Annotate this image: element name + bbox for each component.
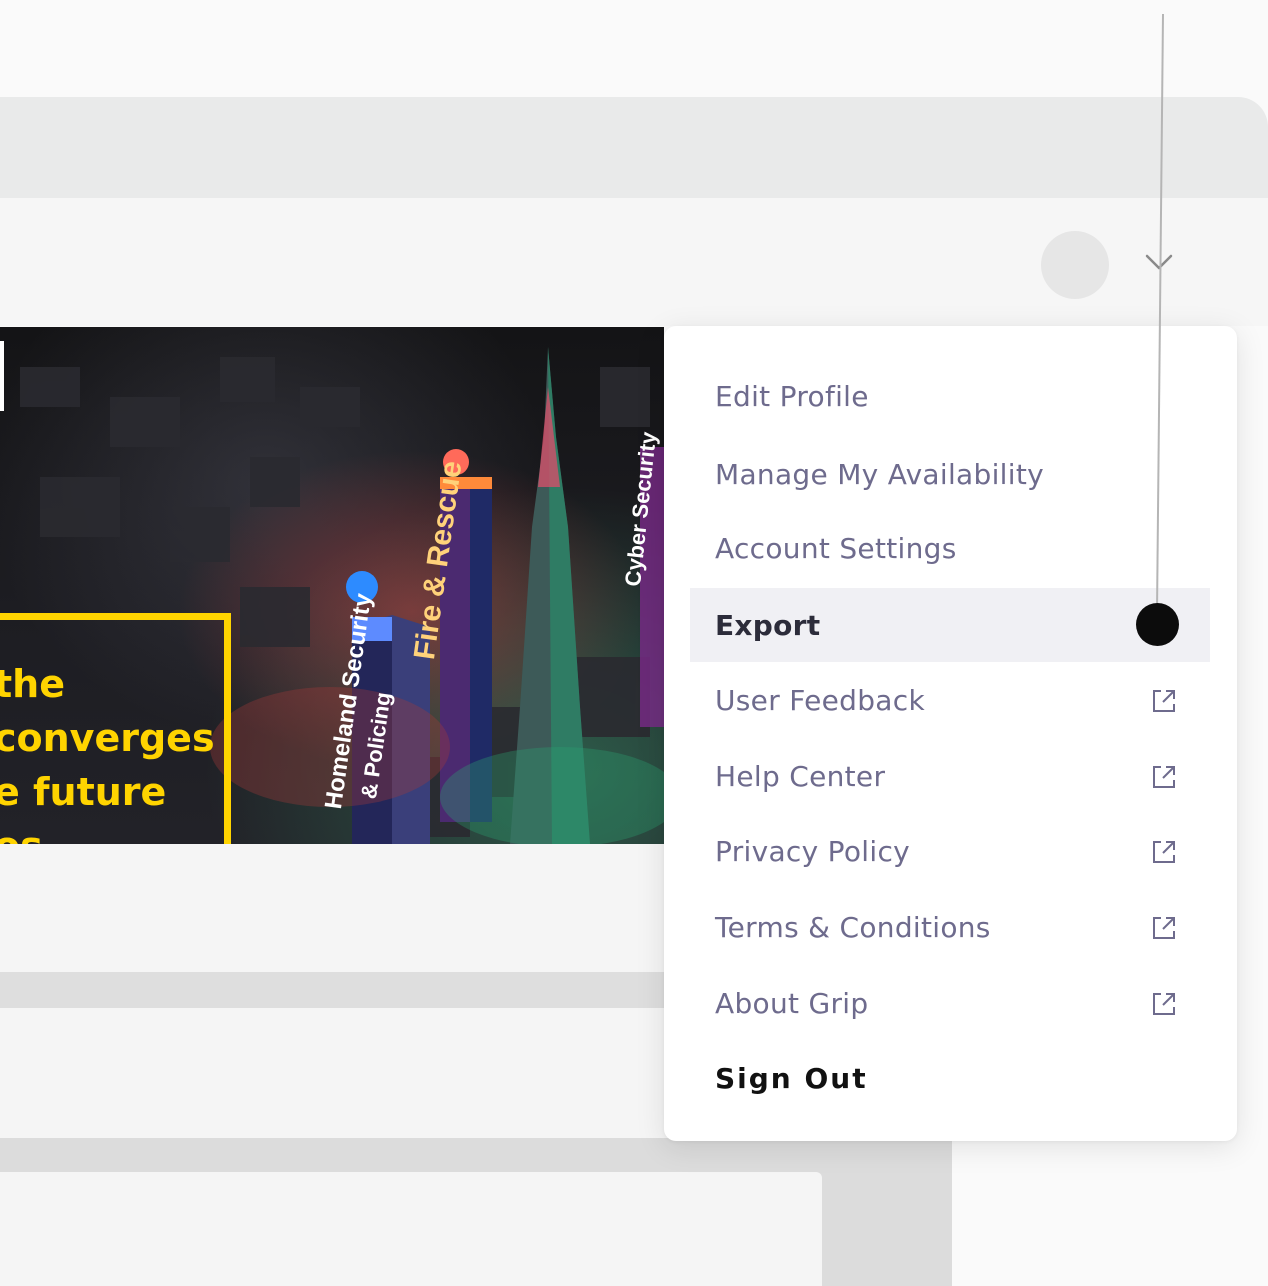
menu-item-privacy-policy[interactable]: Privacy Policy	[690, 814, 1210, 888]
menu-item-terms[interactable]: Terms & Conditions	[690, 890, 1210, 964]
menu-item-label: Export	[715, 608, 821, 642]
menu-item-sign-out[interactable]: Sign Out	[690, 1041, 1210, 1115]
menu-item-about[interactable]: About Grip	[690, 966, 1210, 1040]
menu-item-export[interactable]: Export	[690, 588, 1210, 662]
content-card	[0, 1172, 822, 1286]
menu-item-manage-availability[interactable]: Manage My Availability	[690, 437, 1210, 511]
menu-item-label: Account Settings	[715, 531, 957, 565]
headline-line: the	[0, 662, 65, 706]
external-link-icon	[1153, 841, 1175, 863]
menu-item-account-settings[interactable]: Account Settings	[690, 511, 1210, 585]
headline-line: converges	[0, 716, 215, 760]
external-link-icon	[1153, 766, 1175, 788]
banner-accent-bar	[0, 341, 4, 411]
menu-item-edit-profile[interactable]: Edit Profile	[690, 359, 1210, 433]
external-link-icon	[1153, 690, 1175, 712]
banner-headline: the converges e future os	[0, 657, 215, 844]
headline-line: os	[0, 819, 215, 844]
user-avatar[interactable]	[1041, 231, 1109, 299]
menu-item-label: Help Center	[715, 759, 886, 793]
menu-item-help-center[interactable]: Help Center	[690, 739, 1210, 813]
menu-item-label: Terms & Conditions	[715, 910, 991, 944]
menu-item-label: Edit Profile	[715, 379, 869, 413]
menu-item-label: Privacy Policy	[715, 834, 911, 868]
cursor-indicator	[1136, 603, 1179, 646]
external-link-icon	[1153, 917, 1175, 939]
menu-item-label: Sign Out	[715, 1061, 868, 1095]
external-link-icon	[1153, 993, 1175, 1015]
menu-item-label: Manage My Availability	[715, 457, 1044, 491]
event-banner[interactable]: the converges e future os Homeland Secur…	[0, 327, 664, 844]
chevron-down-icon[interactable]	[1144, 250, 1174, 274]
content-panel	[0, 844, 664, 972]
menu-item-label: About Grip	[715, 986, 869, 1020]
browser-chrome	[0, 97, 1268, 198]
menu-item-label: User Feedback	[715, 683, 925, 717]
menu-item-user-feedback[interactable]: User Feedback	[690, 663, 1210, 737]
headline-line: e future	[0, 770, 167, 814]
user-dropdown-menu: Edit Profile Manage My Availability Acco…	[664, 326, 1237, 1141]
